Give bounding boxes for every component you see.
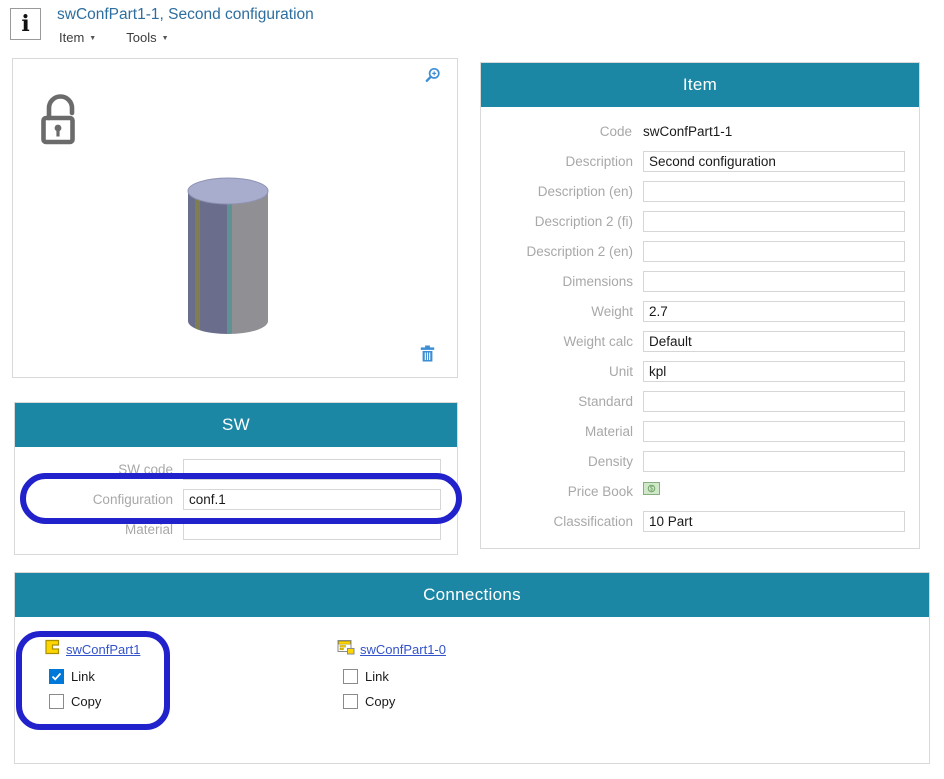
standard-input[interactable] <box>643 391 905 412</box>
copy-checkbox[interactable] <box>49 694 64 709</box>
field-row-sw-code: SW code <box>15 454 441 484</box>
connections-panel: Connections swConfPart1 Link Copy <box>14 572 930 764</box>
field-row-description2-fi: Description 2 (fi) <box>481 206 905 236</box>
material-input[interactable] <box>643 421 905 442</box>
standard-label: Standard <box>481 394 633 409</box>
description2-fi-input[interactable] <box>643 211 905 232</box>
field-row-description-en: Description (en) <box>481 176 905 206</box>
code-value: swConfPart1-1 <box>642 124 905 139</box>
cylinder-3d-model[interactable] <box>187 177 269 340</box>
link-checkbox[interactable] <box>49 669 64 684</box>
menu-item[interactable]: Item ▼ <box>59 30 96 45</box>
sw-code-input[interactable] <box>183 459 441 480</box>
field-row-material: Material <box>481 416 905 446</box>
item-panel-header: Item <box>481 63 919 107</box>
link-option-row: Link <box>49 669 140 684</box>
sw-material-label: Material <box>15 522 173 537</box>
item-panel-title: Item <box>683 75 717 95</box>
link-checkbox-label: Link <box>71 669 95 684</box>
weight-calc-input[interactable] <box>643 331 905 352</box>
copy-checkbox[interactable] <box>343 694 358 709</box>
preview-panel <box>12 58 458 378</box>
zoom-preview-icon[interactable] <box>424 67 441 89</box>
info-icon: i <box>10 8 41 40</box>
classification-label: Classification <box>481 514 633 529</box>
connections-panel-title: Connections <box>423 585 521 605</box>
copy-checkbox-label: Copy <box>365 694 395 709</box>
description-en-input[interactable] <box>643 181 905 202</box>
sw-part-icon <box>43 638 61 661</box>
field-row-standard: Standard <box>481 386 905 416</box>
configuration-input[interactable] <box>183 489 441 510</box>
field-row-classification: Classification <box>481 506 905 536</box>
copy-checkbox-label: Copy <box>71 694 101 709</box>
field-row-weight-calc: Weight calc <box>481 326 905 356</box>
copy-option-row: Copy <box>49 694 140 709</box>
sw-panel-header: SW <box>15 403 457 447</box>
menu-item-label: Item <box>59 30 84 45</box>
link-checkbox[interactable] <box>343 669 358 684</box>
link-checkbox-label: Link <box>365 669 389 684</box>
copy-option-row: Copy <box>343 694 446 709</box>
field-row-sw-material: Material <box>15 514 441 544</box>
sw-material-input[interactable] <box>183 519 441 540</box>
unit-label: Unit <box>481 364 633 379</box>
configuration-label: Configuration <box>15 492 173 507</box>
connection-link-swconfpart1[interactable]: swConfPart1 <box>66 642 140 657</box>
field-row-configuration: Configuration <box>15 484 441 514</box>
menu-tools[interactable]: Tools ▼ <box>126 30 168 45</box>
connections-panel-header: Connections <box>15 573 929 617</box>
dimensions-input[interactable] <box>643 271 905 292</box>
page-title: swConfPart1-1, Second configuration <box>57 6 314 24</box>
weight-label: Weight <box>481 304 633 319</box>
field-row-price-book: Price Book $ <box>481 476 905 506</box>
material-label: Material <box>481 424 633 439</box>
sw-panel: SW SW code Configuration Material <box>14 402 458 555</box>
code-label: Code <box>481 124 632 139</box>
description-label: Description <box>481 154 633 169</box>
dimensions-label: Dimensions <box>481 274 633 289</box>
density-input[interactable] <box>643 451 905 472</box>
description-input[interactable] <box>643 151 905 172</box>
field-row-description: Description <box>481 146 905 176</box>
description-en-label: Description (en) <box>481 184 633 199</box>
sw-panel-title: SW <box>222 415 250 435</box>
unit-input[interactable] <box>643 361 905 382</box>
price-book-label: Price Book <box>481 484 633 499</box>
field-row-dimensions: Dimensions <box>481 266 905 296</box>
menubar: Item ▼ Tools ▼ <box>59 30 169 45</box>
density-label: Density <box>481 454 633 469</box>
sw-code-label: SW code <box>15 462 173 477</box>
description2-en-input[interactable] <box>643 241 905 262</box>
field-row-unit: Unit <box>481 356 905 386</box>
field-row-code: Code swConfPart1-1 <box>481 116 905 146</box>
description2-en-label: Description 2 (en) <box>481 244 633 259</box>
description2-fi-label: Description 2 (fi) <box>481 214 633 229</box>
unlocked-padlock-icon <box>39 91 85 150</box>
link-option-row: Link <box>343 669 446 684</box>
field-row-description2-en: Description 2 (en) <box>481 236 905 266</box>
money-bill-icon[interactable]: $ <box>643 482 660 500</box>
menu-tools-label: Tools <box>126 30 156 45</box>
connection-link-swconfpart1-0[interactable]: swConfPart1-0 <box>360 642 446 657</box>
classification-input[interactable] <box>643 511 905 532</box>
weight-input[interactable] <box>643 301 905 322</box>
connection-swconfpart1-0: swConfPart1-0 Link Copy <box>337 639 446 709</box>
delete-preview-icon[interactable] <box>420 345 435 367</box>
chevron-down-icon: ▼ <box>89 33 96 42</box>
field-row-density: Density <box>481 446 905 476</box>
chevron-down-icon: ▼ <box>162 33 169 42</box>
weight-calc-label: Weight calc <box>481 334 633 349</box>
item-panel: Item Code swConfPart1-1 Description Desc… <box>480 62 920 549</box>
item-card-icon <box>337 638 355 661</box>
field-row-weight: Weight <box>481 296 905 326</box>
connection-swconfpart1: swConfPart1 Link Copy <box>43 639 140 709</box>
